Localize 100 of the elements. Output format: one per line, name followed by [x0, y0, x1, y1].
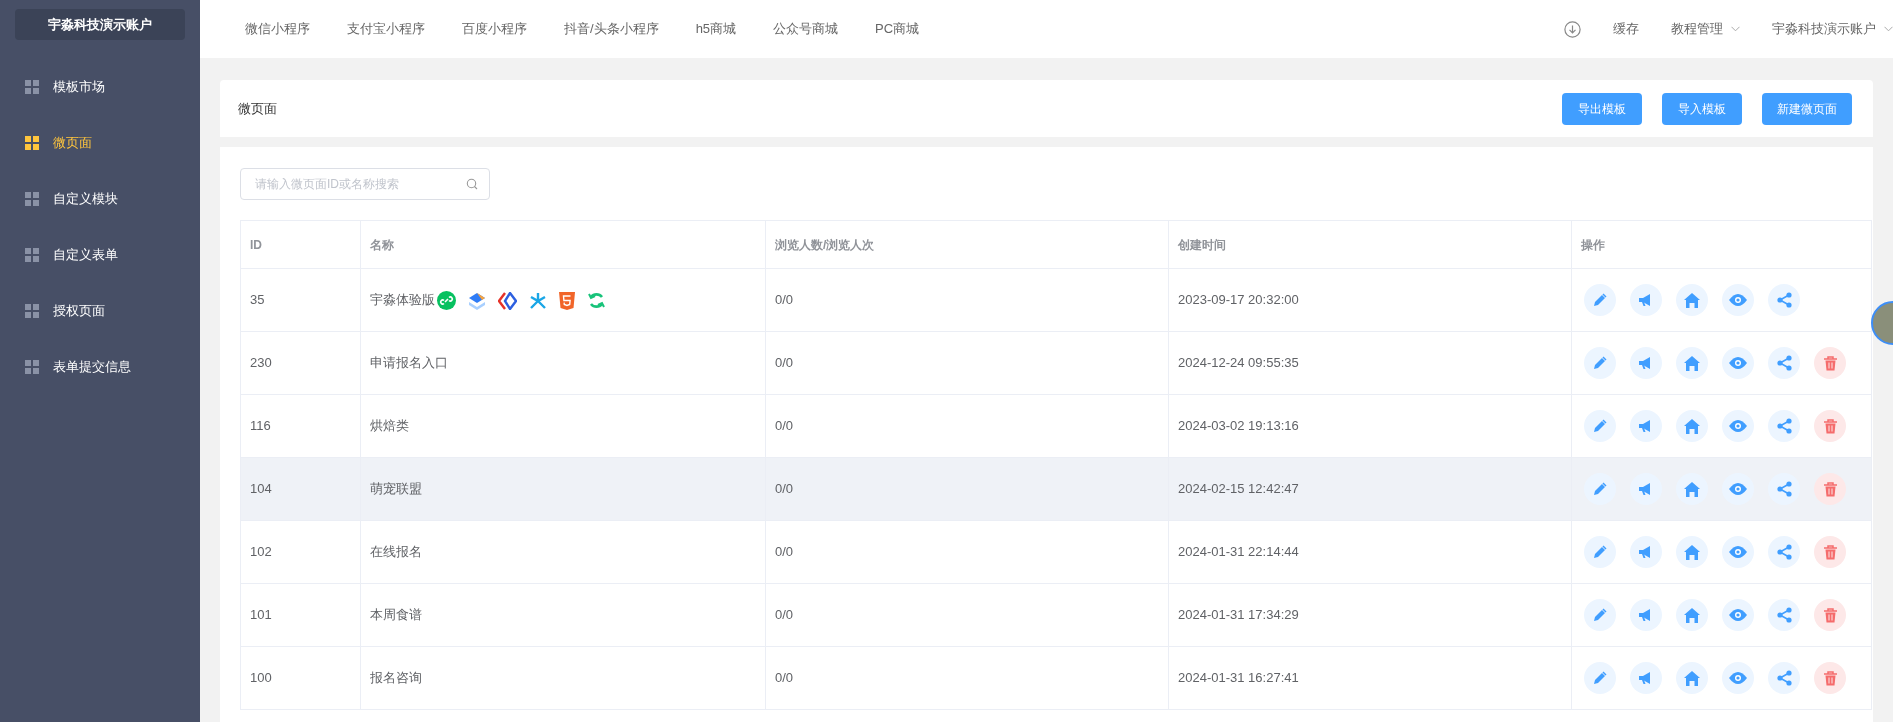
table-cell: 2024-01-31 16:27:41: [1168, 646, 1572, 710]
delete-button[interactable]: [1814, 473, 1846, 505]
grid-icon: [25, 136, 39, 150]
table-cell: 0/0: [765, 583, 1169, 647]
trash-icon: [1823, 544, 1837, 560]
preview-button[interactable]: [1722, 536, 1754, 568]
sidebar-item[interactable]: 自定义模块: [0, 171, 200, 227]
nav-tab[interactable]: h5商城: [695, 19, 737, 39]
sidebar-item[interactable]: 授权页面: [0, 283, 200, 339]
nav-tab[interactable]: PC商城: [875, 19, 920, 39]
sidebar-item[interactable]: 微页面: [0, 115, 200, 171]
pencil-icon: [1593, 356, 1607, 370]
pencil-icon: [1593, 482, 1607, 496]
promote-button[interactable]: [1630, 473, 1662, 505]
home-button[interactable]: [1676, 536, 1708, 568]
share-icon: [1776, 607, 1792, 623]
edit-button[interactable]: [1584, 599, 1616, 631]
table-row[interactable]: 116 烘焙类 0/0 2024-03-02 19:13:16: [240, 394, 1872, 458]
delete-button[interactable]: [1814, 599, 1846, 631]
home-button[interactable]: [1676, 410, 1708, 442]
nav-tab[interactable]: 支付宝小程序: [347, 19, 425, 39]
table-row[interactable]: 104 萌宠联盟 0/0 2024-02-15 12:42:47: [240, 457, 1872, 521]
table-row[interactable]: 230 申请报名入口 0/0 2024-12-24 09:55:35: [240, 331, 1872, 395]
nav-tab[interactable]: 百度小程序: [462, 19, 527, 39]
dropdown-menu[interactable]: 教程管理: [1671, 19, 1740, 39]
grid-icon: [25, 304, 39, 318]
share-button[interactable]: [1768, 410, 1800, 442]
dropdown-menu[interactable]: 宇淼科技演示账户: [1772, 19, 1893, 39]
promote-button[interactable]: [1630, 599, 1662, 631]
promote-button[interactable]: [1630, 410, 1662, 442]
table-cell: 0/0: [765, 268, 1169, 332]
share-button[interactable]: [1768, 662, 1800, 694]
trash-icon: [1823, 481, 1837, 497]
grid-icon: [25, 192, 39, 206]
page-name: 烘焙类: [370, 418, 409, 434]
home-icon: [1684, 670, 1700, 686]
table-cell: 2023-09-17 20:32:00: [1168, 268, 1572, 332]
layers-icon: [468, 291, 486, 310]
table-cell: 2024-12-24 09:55:35: [1168, 331, 1572, 395]
preview-button[interactable]: [1722, 284, 1754, 316]
table-cell: 2024-03-02 19:13:16: [1168, 394, 1572, 458]
table-cell: 2024-01-31 22:14:44: [1168, 520, 1572, 584]
promote-button[interactable]: [1630, 284, 1662, 316]
pencil-icon: [1593, 608, 1607, 622]
home-button[interactable]: [1676, 599, 1708, 631]
chevron-down-icon: [1884, 26, 1893, 32]
share-button[interactable]: [1768, 473, 1800, 505]
table-cell: 35: [240, 268, 361, 332]
delete-button[interactable]: [1814, 662, 1846, 694]
delete-button[interactable]: [1814, 347, 1846, 379]
eye-icon: [1729, 546, 1747, 558]
page-name: 本周食谱: [370, 607, 422, 623]
pencil-icon: [1593, 671, 1607, 685]
sidebar-item[interactable]: 自定义表单: [0, 227, 200, 283]
edit-button[interactable]: [1584, 410, 1616, 442]
nav-tab[interactable]: 微信小程序: [245, 19, 310, 39]
delete-button[interactable]: [1814, 536, 1846, 568]
home-button[interactable]: [1676, 662, 1708, 694]
page-name: 萌宠联盟: [370, 481, 422, 497]
share-icon: [1776, 355, 1792, 371]
home-button[interactable]: [1676, 347, 1708, 379]
preview-button[interactable]: [1722, 410, 1754, 442]
sidebar-item[interactable]: 模板市场: [0, 59, 200, 115]
table-cell: 104: [240, 457, 361, 521]
table-row[interactable]: 102 在线报名 0/0 2024-01-31 22:14:44: [240, 520, 1872, 584]
share-button[interactable]: [1768, 599, 1800, 631]
home-button[interactable]: [1676, 473, 1708, 505]
edit-button[interactable]: [1584, 662, 1616, 694]
table-cell: 0/0: [765, 520, 1169, 584]
column-header: 浏览人数/浏览人次: [765, 220, 1169, 269]
home-button[interactable]: [1676, 284, 1708, 316]
promote-button[interactable]: [1630, 536, 1662, 568]
promote-button[interactable]: [1630, 662, 1662, 694]
preview-button[interactable]: [1722, 473, 1754, 505]
nav-tab[interactable]: 抖音/头条小程序: [564, 19, 659, 39]
edit-button[interactable]: [1584, 347, 1616, 379]
sidebar-item[interactable]: 表单提交信息: [0, 339, 200, 395]
preview-button[interactable]: [1722, 347, 1754, 379]
column-header: 名称: [360, 220, 766, 269]
preview-button[interactable]: [1722, 662, 1754, 694]
trash-icon: [1823, 355, 1837, 371]
preview-button[interactable]: [1722, 599, 1754, 631]
table-row[interactable]: 101 本周食谱 0/0 2024-01-31 17:34:29: [240, 583, 1872, 647]
cache-link[interactable]: 缓存: [1613, 19, 1639, 39]
delete-button[interactable]: [1814, 410, 1846, 442]
edit-button[interactable]: [1584, 536, 1616, 568]
table-row[interactable]: 35 宇淼体验版 0/0 2023-09-17 20:32:00: [240, 268, 1872, 332]
edit-button[interactable]: [1584, 473, 1616, 505]
share-button[interactable]: [1768, 536, 1800, 568]
share-button[interactable]: [1768, 284, 1800, 316]
share-icon: [1776, 544, 1792, 560]
search-field[interactable]: 请输入微页面ID或名称搜索: [240, 168, 490, 200]
nav-tab[interactable]: 公众号商城: [773, 19, 839, 39]
share-button[interactable]: [1768, 347, 1800, 379]
diamond-brackets-icon: [498, 291, 517, 310]
promote-button[interactable]: [1630, 347, 1662, 379]
table-cell: 116: [240, 394, 361, 458]
table-row[interactable]: 100 报名咨询 0/0 2024-01-31 16:27:41: [240, 646, 1872, 710]
edit-button[interactable]: [1584, 284, 1616, 316]
download-icon[interactable]: [1564, 20, 1581, 38]
